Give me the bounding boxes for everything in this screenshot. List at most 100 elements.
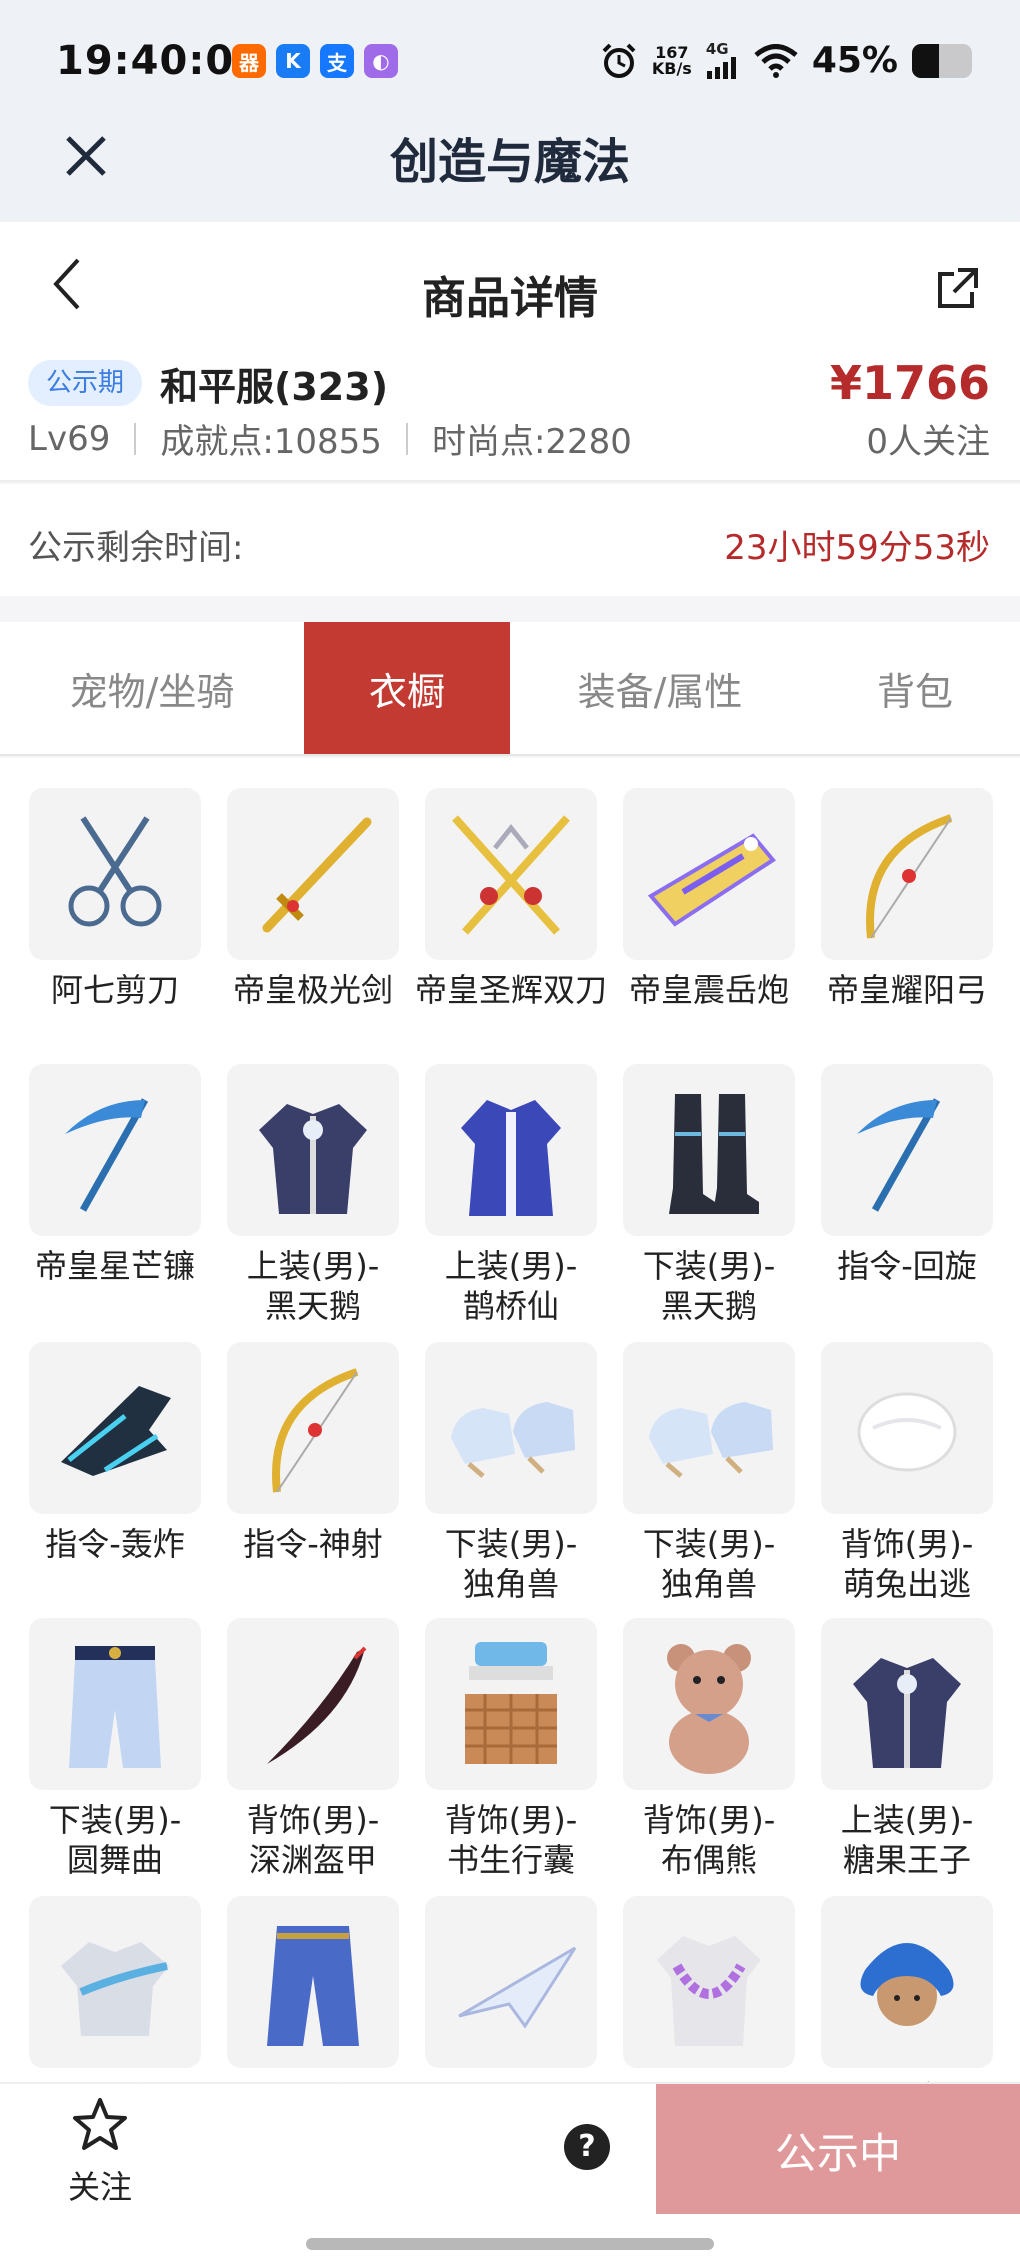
wardrobe-item-label: 指令-轰炸 [45, 1525, 185, 1563]
wardrobe-item-label: 上装(男)- 糖果王子 [840, 1801, 974, 1879]
wardrobe-item[interactable]: 背饰(男)- 深渊盔甲 [214, 1618, 412, 1880]
scythe-icon [29, 1064, 201, 1236]
wardrobe-item-label: 指令-神射 [243, 1525, 383, 1563]
wardrobe-item-label: 上装(男)- 鹊桥仙 [444, 1247, 578, 1325]
account-stats: Lv69 成就点:10855 时尚点:2280 [28, 414, 632, 463]
wardrobe-item[interactable]: 帝皇耀阳弓 [808, 788, 1006, 1010]
wardrobe-item-label: 背饰(男)- 布偶熊 [642, 1801, 776, 1879]
home-indicator-area [0, 2214, 1020, 2267]
kugou-app-icon: K [276, 44, 310, 78]
cannon-icon [623, 788, 795, 960]
alipay-app-icon: 支 [320, 44, 354, 78]
status-app-icons: 器 K 支 ◐ [232, 44, 398, 78]
wardrobe-grid: 阿七剪刀 帝皇极光剑 帝皇圣辉双刀 帝皇震岳炮 帝皇耀阳弓帝皇星芒镰 上装(男)- 黑天鹅… [0, 758, 1020, 2082]
app-title: 创造与魔法 [389, 134, 630, 190]
wardrobe-item-label: 帝皇圣辉双刀 [414, 971, 607, 1009]
share-button[interactable] [932, 264, 982, 314]
wifi-icon [754, 43, 798, 78]
help-icon[interactable]: ? [564, 2124, 610, 2170]
shoes-icon [623, 1342, 795, 1514]
backpack-icon [425, 1618, 597, 1790]
tab-wardrobe[interactable]: 衣橱 [304, 622, 510, 754]
wardrobe-item[interactable]: 指令-轰炸 [16, 1342, 214, 1564]
fashion-points: 时尚点:2280 [431, 422, 632, 462]
wardrobe-item[interactable]: 帝皇极光剑 [214, 788, 412, 1010]
follow-button[interactable]: 关注 [40, 2096, 160, 2206]
wardrobe-item[interactable]: 背饰(男)- 书生行囊 [412, 1618, 610, 1880]
battery-level [912, 43, 939, 78]
wardrobe-item[interactable]: 下装-羊人 [214, 1896, 412, 2082]
wardrobe-item[interactable]: 指令-神射 [214, 1342, 412, 1564]
fluff-icon [821, 1342, 993, 1514]
wardrobe-item[interactable]: 上装(男)- 黑天鹅 [214, 1064, 412, 1326]
scythe-icon [821, 1064, 993, 1236]
wardrobe-item-label: 上装(男)- 黑天鹅 [246, 1247, 380, 1325]
page-header: 商品详情 [0, 222, 1020, 342]
wardrobe-item[interactable]: 下装(男)- 黑天鹅 [610, 1064, 808, 1326]
countdown-value: 23小时59分53秒 [724, 528, 990, 568]
price: ¥1766 [829, 356, 990, 410]
wardrobe-item[interactable]: 帝皇星芒镰 [16, 1064, 214, 1286]
wardrobe-item[interactable]: 背饰(男)- 萌兔出逃 [808, 1342, 1006, 1604]
publicity-countdown: 公示剩余时间: 23小时59分53秒 [0, 484, 1020, 596]
wardrobe-item-label: 背饰(男)- 萌兔出逃 [840, 1525, 974, 1603]
network-speed: 167 KB/s [652, 44, 692, 77]
wardrobe-item-label: 帝皇耀阳弓 [826, 971, 987, 1009]
shoes-icon [425, 1342, 597, 1514]
bow-icon [821, 788, 993, 960]
wardrobe-item[interactable]: 下装(男)- 圆舞曲 [16, 1618, 214, 1880]
star-icon [73, 2098, 127, 2150]
wardrobe-item-label: 背饰(男)- 深渊盔甲 [246, 1801, 380, 1879]
item-summary: 公示期 和平服(323) ¥1766 Lv69 成就点:10855 时尚点:22… [0, 342, 1020, 482]
network-type: 4G [705, 40, 729, 58]
robe-icon [425, 1064, 597, 1236]
wardrobe-item[interactable]: 套饰纸飞机 [412, 1896, 610, 2082]
wardrobe-item[interactable]: 背饰(男)- 布偶熊 [610, 1618, 808, 1880]
wardrobe-item[interactable]: 上装(男)- 糖果王子 [808, 1618, 1006, 1880]
server-name: 和平服(323) [160, 365, 389, 409]
wardrobe-item[interactable]: 下装(男)- 独角兽 [412, 1342, 610, 1604]
wardrobe-item[interactable]: 上装(男) [610, 1896, 808, 2082]
dual-blades-icon [425, 788, 597, 960]
shirt-icon [29, 1896, 201, 2068]
wardrobe-item-label: 阿七剪刀 [50, 971, 179, 1009]
wardrobe-item[interactable]: 上装(男)- 鹊桥仙 [412, 1064, 610, 1326]
status-indicators: 167 KB/s 4G 45% [600, 40, 972, 81]
wardrobe-item[interactable]: 帝皇震岳炮 [610, 788, 808, 1010]
page-title: 商品详情 [422, 273, 598, 324]
wardrobe-item[interactable]: 指令-回旋 [808, 1064, 1006, 1286]
countdown-label: 公示剩余时间: [28, 528, 244, 568]
octopus-hat-icon [821, 1896, 993, 2068]
scissors-icon [29, 788, 201, 960]
wardrobe-item-label: 下装(男)- 独角兽 [642, 1525, 776, 1603]
wardrobe-item[interactable]: 阿七剪刀 [16, 788, 214, 1010]
coat-icon [821, 1618, 993, 1790]
teddy-bear-icon [623, 1618, 795, 1790]
wardrobe-item[interactable]: 上装-羊人 [16, 1896, 214, 2082]
tab-backpack[interactable]: 背包 [810, 622, 1020, 754]
wardrobe-item-label: 帝皇震岳炮 [628, 971, 789, 1009]
divider [405, 422, 408, 455]
tab-equipment[interactable]: 装备/属性 [510, 622, 810, 754]
wardrobe-item[interactable]: 下装(男)- 独角兽 [610, 1342, 808, 1604]
signal-icon [706, 57, 736, 79]
wardrobe-item[interactable]: 头饰-章鱼 [808, 1896, 1006, 2082]
alarm-icon [602, 43, 636, 78]
status-bar: 19:40:09 器 K 支 ◐ 167 KB/s 4G 45% [0, 0, 1020, 120]
bow-icon [227, 1342, 399, 1514]
publicity-status-button[interactable]: 公示中 [656, 2084, 1020, 2216]
tab-pets-mounts[interactable]: 宠物/坐骑 [0, 622, 304, 754]
boots-icon [623, 1064, 795, 1236]
coat-icon [227, 1064, 399, 1236]
wardrobe-item[interactable]: 帝皇圣辉双刀 [412, 788, 610, 1010]
wardrobe-item-label: 指令-回旋 [837, 1247, 977, 1285]
app-header: 创造与魔法 [0, 120, 1020, 222]
category-tabs: 宠物/坐骑 衣橱 装备/属性 背包 [0, 622, 1020, 756]
wardrobe-item-label: 帝皇星芒镰 [34, 1247, 195, 1285]
wardrobe-item-label: 下装(男)- 黑天鹅 [642, 1247, 776, 1325]
battery-icon [912, 43, 972, 78]
blade-icon [227, 1618, 399, 1790]
jet-icon [29, 1342, 201, 1514]
home-indicator[interactable] [306, 2238, 714, 2250]
wardrobe-item-label: 背饰(男)- 书生行囊 [444, 1801, 578, 1879]
